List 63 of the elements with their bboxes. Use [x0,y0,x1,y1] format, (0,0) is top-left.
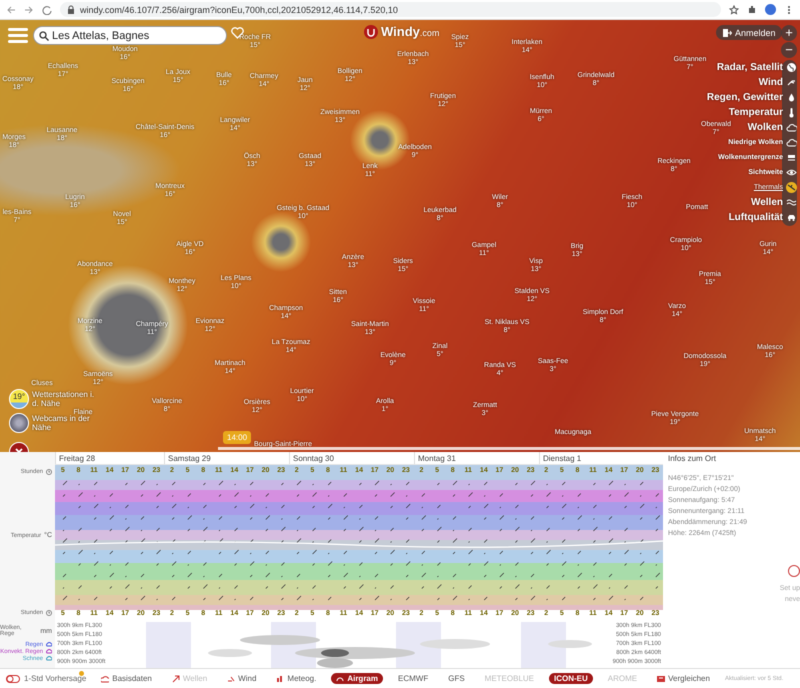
night-band [146,622,191,668]
layer-menu-item[interactable]: Radar, Satellit [716,60,797,74]
url-text: windy.com/46.107/7.256/airgram?iconEu,700h,ccl,2021052912,46.114,7.520,10 [80,4,398,14]
zoom-out-button[interactable]: − [781,42,797,58]
drop-icon [786,92,797,102]
waves-icon [786,196,797,208]
view-tab[interactable]: ICON-EU [549,673,593,684]
day-header: Montag 31 [414,452,539,464]
cloud-area [317,658,353,668]
forecast-toggle[interactable]: 1-Std Vorhersage [6,674,86,683]
search-icon [39,31,49,41]
view-tab[interactable]: Wind [222,673,262,684]
view-tab[interactable]: Meteog. [271,673,322,684]
menu-icon[interactable] [8,27,28,44]
view-tab[interactable]: ECMWF [393,673,434,684]
day-header: Samstag 29 [164,452,289,464]
ring-icon [788,565,800,577]
layer-menu-item[interactable]: Luftqualität [728,210,797,224]
reload-icon[interactable] [42,4,52,14]
back-icon[interactable] [6,4,16,14]
search-field[interactable]: Les Attelas, Bagnes [33,26,227,45]
puzzle-icon[interactable] [747,4,757,14]
view-tab[interactable]: GFS [443,673,470,684]
info-title: Infos zum Ort [663,452,800,465]
day-header: Freitag 28 [55,452,164,464]
cloud-area [208,649,252,657]
star-icon[interactable] [729,4,739,14]
layer-menu-item[interactable]: Wind [758,75,797,89]
lock-icon [66,4,76,14]
zoom-in-button[interactable]: + [781,25,797,41]
cloud-area [420,639,490,649]
weather-map[interactable] [0,20,800,452]
temperature-badge[interactable]: 19° [9,389,29,409]
photo-placeholder[interactable] [9,413,29,433]
logo-icon [364,24,378,38]
layer-menu-item[interactable]: Temperatur [728,105,797,119]
view-tab[interactable]: Basisdaten [96,673,157,684]
door-icon [722,28,732,38]
wind-icon [227,674,236,682]
layer-menu-item[interactable]: Regen, Gewitter [706,90,797,104]
clock-icon [46,469,52,475]
cloud-icon [786,136,797,148]
bar-chart-icon [276,674,284,682]
cloud-area [548,640,592,648]
compare-button[interactable]: Vergleichen [652,673,715,684]
compare-icon [657,674,666,682]
layer-menu-item[interactable]: Wolken [748,120,797,134]
forward-icon[interactable] [24,4,34,14]
cloud-icon [786,122,797,132]
night-band [521,622,566,668]
layer-menu-item[interactable]: Wellen [750,195,797,209]
arrow-icon [172,674,180,682]
toggle-icon [6,674,20,682]
cloud-icon [101,674,110,682]
dial-icon [336,674,344,682]
avatar[interactable] [765,4,776,15]
logo-text: Windy.com [381,24,440,39]
address-bar[interactable]: windy.com/46.107/7.256/airgram?iconEu,700h,ccl,2021052912,46.114,7.520,10 [60,2,721,17]
view-tab[interactable]: Airgram [331,673,383,684]
globe-icon [786,62,797,72]
day-header: Sonntag 30 [289,452,414,464]
clock-icon [46,610,52,616]
login-button[interactable]: Anmelden [716,25,782,40]
